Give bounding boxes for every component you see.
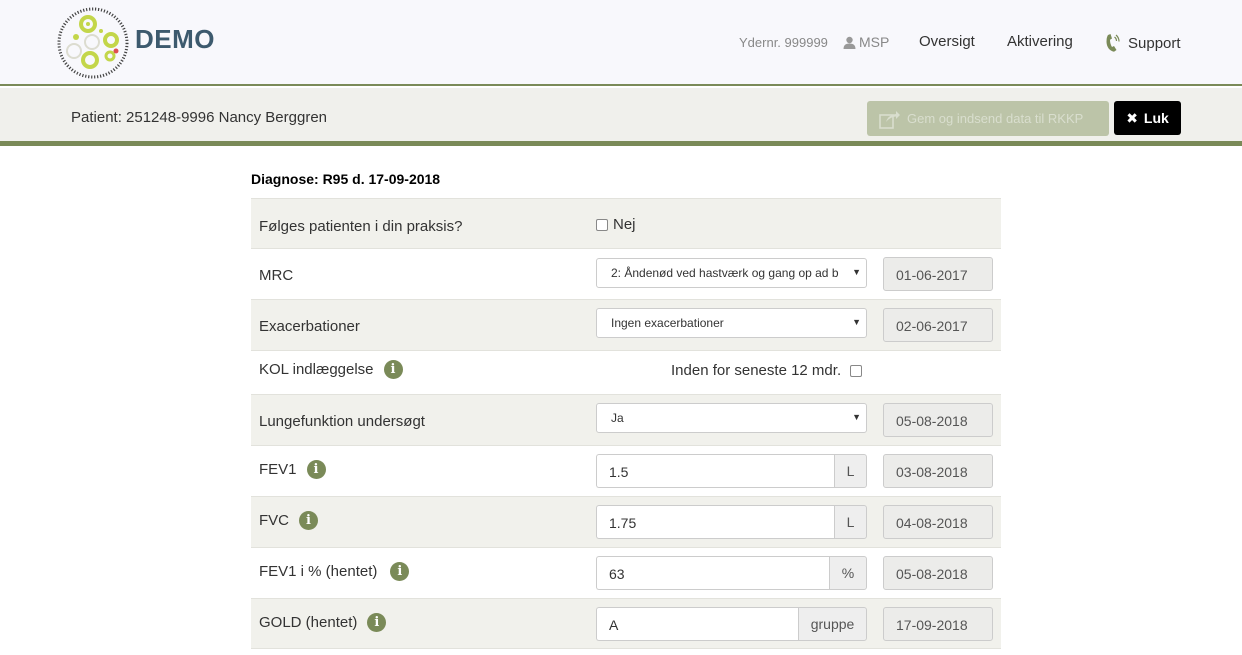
- fev1-label-wrap: FEV1 i: [259, 460, 326, 479]
- row-gold: GOLD (hentet) i A gruppe 17-09-2018: [251, 598, 1001, 649]
- info-icon[interactable]: i: [383, 360, 403, 379]
- exacerbationer-date-field[interactable]: 02-06-2017: [883, 308, 993, 342]
- fvc-label: FVC: [259, 512, 289, 529]
- foelges-nej-option[interactable]: Nej: [596, 216, 636, 233]
- nav-aktivering[interactable]: Aktivering: [1007, 33, 1073, 50]
- fev1-input-group: 1.5 L: [596, 454, 867, 488]
- chevron-down-icon: ▼: [852, 267, 861, 277]
- gold-date-field[interactable]: 17-09-2018: [883, 607, 993, 641]
- row-kol: KOL indlæggelse i Inden for seneste 12 m…: [251, 350, 1001, 394]
- fev1pct-input[interactable]: 63: [596, 556, 829, 590]
- user-icon: [843, 36, 856, 49]
- lungefunktion-date-field[interactable]: 05-08-2018: [883, 403, 993, 437]
- logo-icon[interactable]: [56, 7, 130, 79]
- row-foelges: Følges patienten i din praksis? Nej: [251, 198, 1001, 248]
- fev1pct-date-field[interactable]: 05-08-2018: [883, 556, 993, 590]
- foelges-label: Følges patienten i din praksis?: [259, 218, 463, 235]
- phone-icon: [1106, 34, 1120, 52]
- fev1-date-field[interactable]: 03-08-2018: [883, 454, 993, 488]
- info-icon[interactable]: i: [299, 511, 318, 530]
- info-icon[interactable]: i: [367, 613, 387, 632]
- kol-option[interactable]: Inden for seneste 12 mdr.: [671, 362, 863, 379]
- fvc-input-group: 1.75 L: [596, 505, 867, 539]
- lungefunktion-select[interactable]: Ja ▼: [596, 403, 867, 433]
- fev1-unit: L: [834, 454, 867, 488]
- fev1pct-input-group: 63 %: [596, 556, 867, 590]
- patient-bar: Patient: 251248-9996 Nancy Berggren Gem …: [0, 88, 1242, 146]
- fvc-date-field[interactable]: 04-08-2018: [883, 505, 993, 539]
- foelges-nej-label: Nej: [613, 216, 636, 233]
- fev1pct-label-wrap: FEV1 i % (hentet) i: [259, 562, 410, 581]
- chevron-down-icon: ▼: [852, 412, 861, 422]
- close-button[interactable]: ✖ Luk: [1114, 101, 1181, 135]
- user-name: MSP: [859, 34, 890, 50]
- info-icon[interactable]: i: [306, 460, 326, 479]
- exacerbationer-label: Exacerbationer: [259, 318, 360, 335]
- exacerbationer-select[interactable]: Ingen exacerbationer ▼: [596, 308, 867, 338]
- mrc-date-field[interactable]: 01-06-2017: [883, 257, 993, 291]
- gold-unit: gruppe: [798, 607, 867, 641]
- close-icon: ✖: [1126, 109, 1138, 126]
- fev1pct-unit: %: [829, 556, 867, 590]
- kol-checkbox[interactable]: [850, 364, 863, 377]
- patient-label: Patient: 251248-9996 Nancy Berggren: [71, 109, 328, 126]
- row-fev1-pct: FEV1 i % (hentet) i 63 % 05-08-2018: [251, 547, 1001, 598]
- gold-input[interactable]: A: [596, 607, 798, 641]
- kol-label-wrap: KOL indlæggelse i: [259, 360, 403, 379]
- fev1-label: FEV1: [259, 461, 297, 478]
- row-fvc: FVC i 1.75 L 04-08-2018: [251, 496, 1001, 547]
- gold-label-wrap: GOLD (hentet) i: [259, 613, 387, 632]
- gold-label: GOLD (hentet): [259, 614, 358, 631]
- mrc-select[interactable]: 2: Åndenød ved hastværk og gang op ad b …: [596, 258, 867, 288]
- fvc-label-wrap: FVC i: [259, 511, 318, 530]
- chevron-down-icon: ▼: [852, 317, 861, 327]
- ydernr-label: Ydernr. 999999: [739, 35, 828, 50]
- close-label: Luk: [1143, 110, 1169, 126]
- user-info: MSP: [843, 34, 889, 50]
- fvc-unit: L: [834, 505, 867, 539]
- support-label: Support: [1128, 34, 1181, 52]
- gold-input-group: A gruppe: [596, 607, 867, 641]
- row-mrc: MRC 2: Åndenød ved hastværk og gang op a…: [251, 248, 1001, 299]
- save-submit-button[interactable]: Gem og indsend data til RKKP: [867, 101, 1109, 136]
- lungefunktion-label: Lungefunktion undersøgt: [259, 413, 425, 430]
- fev1-input[interactable]: 1.5: [596, 454, 834, 488]
- fvc-input[interactable]: 1.75: [596, 505, 834, 539]
- diagnosis-form: Følges patienten i din praksis? Nej MRC …: [251, 198, 1001, 649]
- row-fev1: FEV1 i 1.5 L 03-08-2018: [251, 445, 1001, 496]
- diagnose-heading: Diagnose: R95 d. 17-09-2018: [251, 171, 441, 187]
- save-submit-label: Gem og indsend data til RKKP: [907, 111, 1084, 126]
- row-lungefunktion: Lungefunktion undersøgt Ja ▼ 05-08-2018: [251, 394, 1001, 445]
- nav-oversigt[interactable]: Oversigt: [919, 33, 975, 50]
- mrc-label: MRC: [259, 267, 294, 284]
- foelges-nej-checkbox[interactable]: [596, 218, 608, 231]
- nav-support[interactable]: Support: [1104, 33, 1181, 53]
- info-icon[interactable]: i: [390, 562, 410, 581]
- row-exacerbationer: Exacerbationer Ingen exacerbationer ▼ 02…: [251, 299, 1001, 350]
- share-icon: [879, 110, 900, 129]
- kol-checkbox-label: Inden for seneste 12 mdr.: [671, 362, 842, 379]
- mrc-select-value: 2: Åndenød ved hastværk og gang op ad b: [611, 266, 839, 280]
- brand-name[interactable]: DEMO: [135, 24, 215, 55]
- lungefunktion-select-value: Ja: [611, 411, 624, 425]
- exacerbationer-select-value: Ingen exacerbationer: [611, 316, 724, 330]
- fev1pct-label: FEV1 i % (hentet): [259, 563, 378, 580]
- top-navbar: DEMO Ydernr. 999999 MSP Oversigt Aktiver…: [0, 0, 1242, 86]
- kol-label: KOL indlæggelse: [259, 361, 374, 378]
